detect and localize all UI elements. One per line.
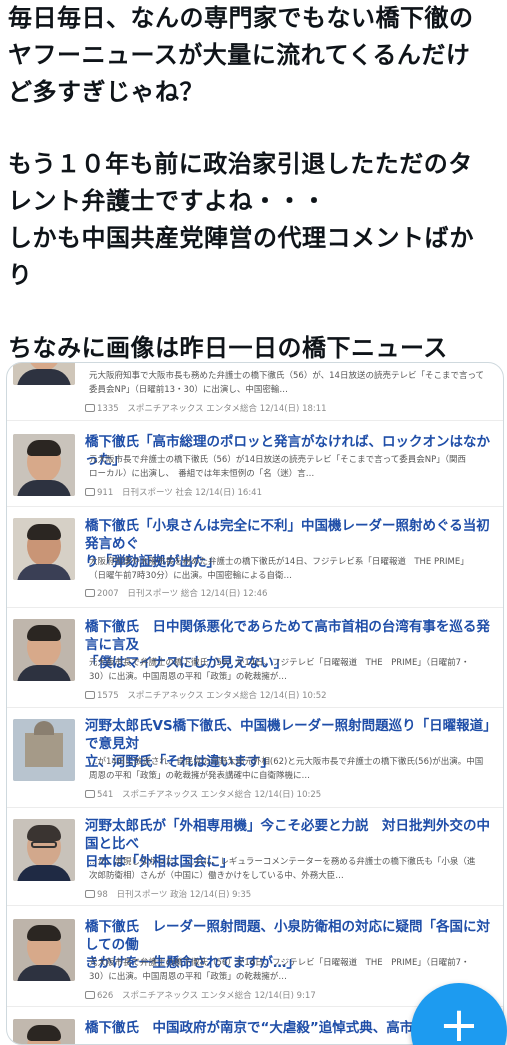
compose-button[interactable]: +	[411, 983, 507, 1045]
post-line: もう１０年も前に政治家引退したただのタ	[8, 150, 473, 179]
news-snippet: 元大阪府知事で大阪市長も務めた弁護士の橋下徹氏（56）が、14日放送の読売テレビ…	[89, 371, 485, 395]
news-snippet: 元大阪市長で弁護士の橋下徹氏（56）が14日、フジテレビ「日曜報道 THE PR…	[89, 958, 470, 982]
post-line: ヤフーニュースが大量に流れてくるんだけ	[8, 40, 471, 69]
news-meta: 2007 日刊スポーツ 総合 12/14(日) 12:46	[85, 588, 495, 600]
comment-icon	[85, 991, 95, 999]
news-item[interactable]: 橋下徹氏 レーダー照射問題、小泉防衛相の対応に疑問「各国に対しての働 きかけを一…	[7, 916, 503, 1001]
news-meta: 1335 スポニチアネックス エンタメ総合 12/14(日) 18:11	[85, 403, 495, 415]
comment-count: 98	[97, 890, 108, 900]
building-image	[25, 721, 63, 767]
comment-count: 911	[97, 488, 114, 498]
news-snippet: 元大阪市長で弁護士の橋下徹氏（56）が14日放送の読売テレビ「そこまで言って委員…	[89, 455, 466, 479]
news-item[interactable]: 河野太郎氏VS橋下徹氏、中国機レーダー照射問題巡り「日曜報道」で意見対 立、河野…	[7, 715, 503, 801]
news-item[interactable]: 橋下徹氏 日中関係悪化であらためて高市首相の台湾有事を巡る発言に言及 「僕はマイ…	[7, 616, 503, 702]
comment-icon	[85, 890, 95, 898]
news-thumbnail	[13, 819, 75, 881]
news-meta: 541 スポニチアネックス エンタメ総合 12/14(日) 10:25	[85, 789, 495, 801]
news-source: スポニチアネックス エンタメ総合 12/14(日) 10:25	[121, 790, 322, 800]
news-snippet: …が14日に放送され、自民党の河野太郎元外相(62)と元大阪市長で弁護士の橋下徹…	[89, 757, 484, 781]
post-line: しかも中国共産党陣営の代理コメントばか	[8, 223, 474, 252]
news-source: 日刊スポーツ 社会 12/14(日) 16:41	[121, 488, 262, 498]
news-thumbnail	[13, 719, 75, 781]
news-source: スポニチアネックス エンタメ総合 12/14(日) 18:11	[127, 404, 327, 414]
comment-count: 2007	[97, 589, 119, 599]
news-source: 日刊スポーツ 総合 12/14(日) 12:46	[127, 589, 268, 599]
news-thumbnail	[13, 1019, 75, 1044]
post-paragraph: もう１０年も前に政治家引退したただのタ レント弁護士ですよね・・・ しかも中国共…	[8, 146, 503, 293]
post-line: ちなみに画像は昨日一日の橋下ニュース	[8, 333, 448, 362]
news-thumbnail	[13, 619, 75, 681]
news-item[interactable]: 元大阪府知事で大阪市長も務めた弁護士の橋下徹氏（56）が、14日放送の読売テレビ…	[7, 363, 503, 419]
news-meta: 1575 スポニチアネックス エンタメ総合 12/14(日) 10:52	[85, 690, 495, 702]
comment-count: 541	[97, 790, 114, 800]
news-thumbnail	[13, 919, 75, 981]
post-line: レント弁護士ですよね・・・	[8, 187, 327, 216]
news-thumbnail	[13, 363, 75, 385]
news-item[interactable]: 橋下徹氏「高市総理のポロッと発言がなければ、ロックオンはなかった」 元大阪市長で…	[7, 431, 503, 501]
news-snippet: …が、実現しなかった。 これに、レギュラーコメンテーターを務める弁護士の橋下徹氏…	[89, 857, 476, 881]
news-item[interactable]: 河野太郎氏が「外相専用機」今こそ必要と力説 対日批判外交の中国と比べ 日本は「外…	[7, 815, 503, 900]
post-line: 毎日毎日、なんの専門家でもない橋下徹の	[8, 4, 474, 32]
post-line: ど多すぎじゃね？	[8, 77, 204, 106]
news-snippet: 元大阪市長で弁護士の橋下徹氏（56）が14日、フジテレビ「日曜報道 THE PR…	[89, 658, 470, 682]
post-paragraph: 毎日毎日、なんの専門家でもない橋下徹の ヤフーニュースが大量に流れてくるんだけ …	[8, 0, 503, 110]
attached-image[interactable]: 元大阪府知事で大阪市長も務めた弁護士の橋下徹氏（56）が、14日放送の読売テレビ…	[6, 362, 504, 1045]
comment-icon	[85, 790, 95, 798]
news-meta: 911 日刊スポーツ 社会 12/14(日) 16:41	[85, 487, 495, 499]
comment-count: 1575	[97, 691, 119, 701]
news-item[interactable]: 橋下徹氏「小泉さんは完全に不利」中国機レーダー照射めぐる当初発言めぐ り「弾劾証…	[7, 515, 503, 600]
comment-count: 1335	[97, 404, 119, 414]
comment-icon	[85, 488, 95, 496]
comment-count: 626	[97, 991, 114, 1001]
comment-icon	[85, 691, 95, 699]
post-text: 毎日毎日、なんの専門家でもない橋下徹の ヤフーニュースが大量に流れてくるんだけ …	[8, 0, 503, 366]
post-paragraph: ちなみに画像は昨日一日の橋下ニュース	[8, 330, 503, 367]
news-thumbnail	[13, 434, 75, 496]
comment-icon	[85, 404, 95, 412]
post-line: り	[8, 260, 33, 289]
news-snippet: 大阪府知事や大阪市長を務めた弁護士の橋下徹氏が14日、フジテレビ系「日曜報道 T…	[89, 557, 469, 581]
news-thumbnail	[13, 518, 75, 580]
news-meta: 98 日刊スポーツ 政治 12/14(日) 9:35	[85, 889, 495, 901]
plus-icon: +	[438, 997, 480, 1045]
news-source: スポニチアネックス エンタメ総合 12/14(日) 10:52	[127, 691, 327, 701]
news-source: 日刊スポーツ 政治 12/14(日) 9:35	[116, 890, 252, 900]
comment-icon	[85, 589, 95, 597]
news-source: スポニチアネックス エンタメ総合 12/14(日) 9:17	[121, 991, 316, 1001]
